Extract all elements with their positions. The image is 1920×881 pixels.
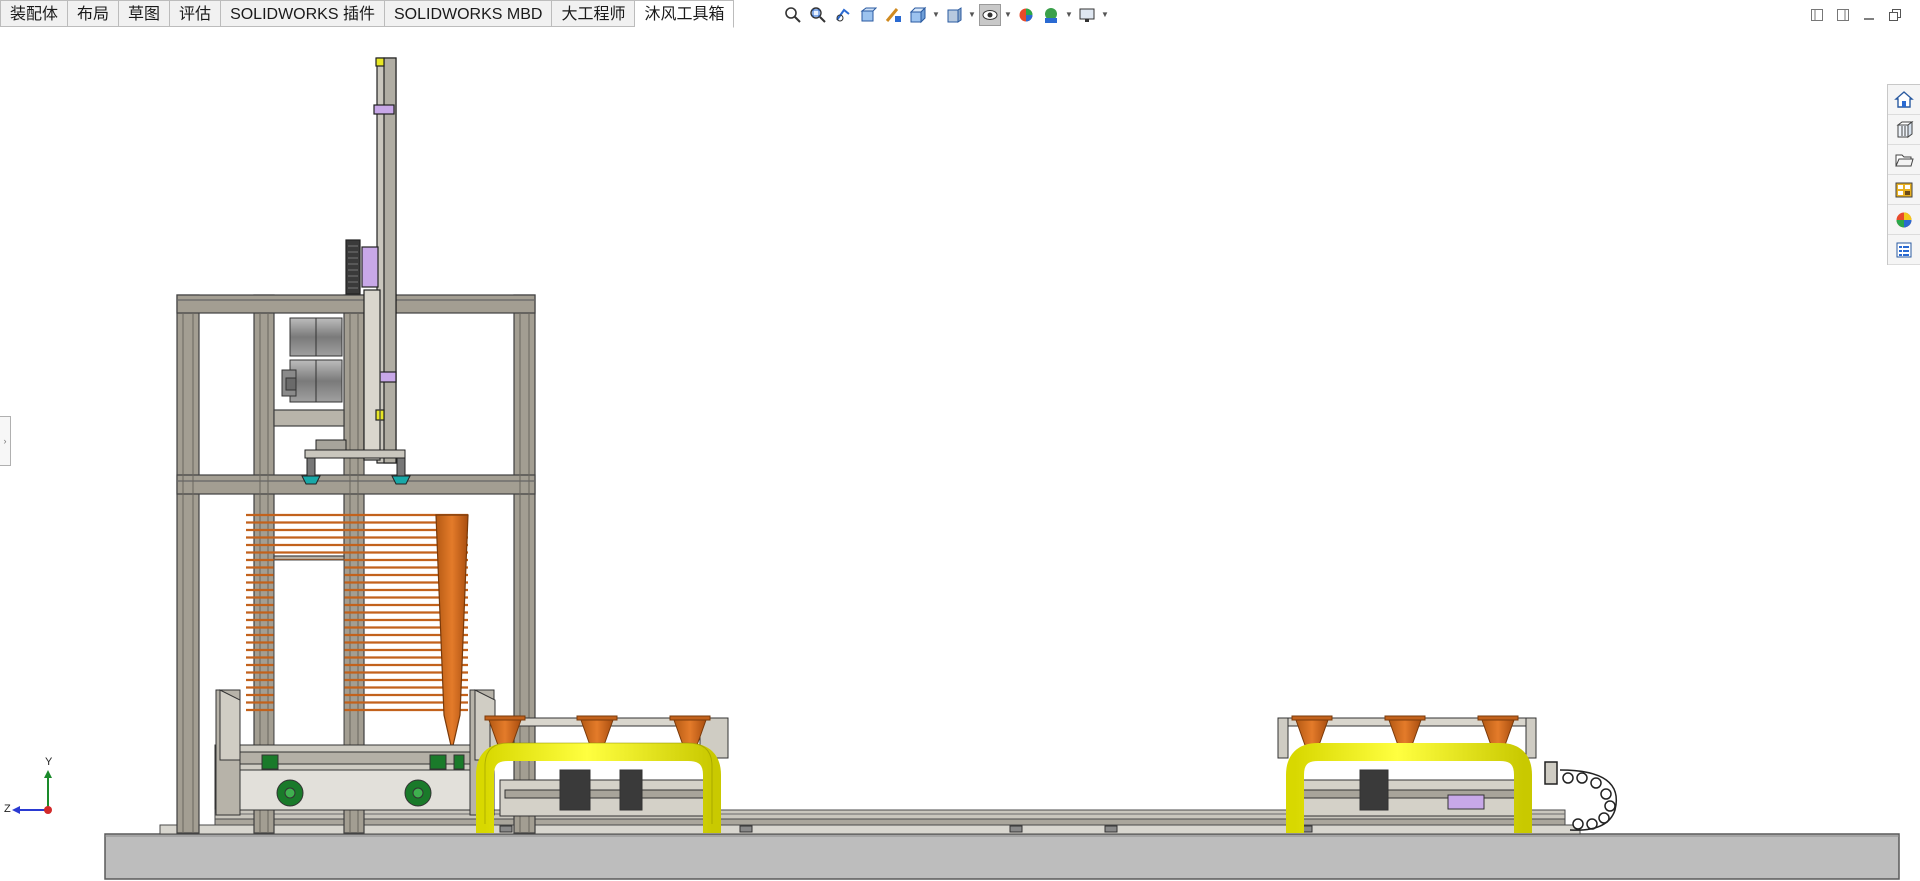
command-tab[interactable]: 装配体 xyxy=(0,0,69,27)
graphics-area[interactable] xyxy=(0,0,1920,881)
view-orientation-dropdown-icon[interactable]: ▼ xyxy=(932,4,940,26)
command-tab[interactable]: 布局 xyxy=(68,0,120,27)
command-tab[interactable]: 沐风工具箱 xyxy=(635,0,735,28)
view-settings-dropdown-icon[interactable]: ▼ xyxy=(1101,4,1109,26)
command-tab[interactable]: 草图 xyxy=(119,0,171,27)
feature-manager-collapse-handle[interactable]: › xyxy=(0,416,11,466)
apply-scene-icon[interactable] xyxy=(1040,4,1062,26)
command-tab[interactable]: SOLIDWORKS MBD xyxy=(384,0,553,27)
command-tab[interactable]: SOLIDWORKS 插件 xyxy=(221,0,385,27)
motor-assembly xyxy=(281,317,343,403)
reference-triad: Y Z xyxy=(4,756,64,818)
restore-icon[interactable] xyxy=(1886,6,1904,24)
previous-view-icon[interactable] xyxy=(832,4,854,26)
tile-left-icon[interactable] xyxy=(1808,6,1826,24)
hide-show-items-icon[interactable] xyxy=(979,4,1001,26)
triad-y-label: Y xyxy=(45,756,53,768)
file-explorer-icon[interactable] xyxy=(1888,145,1920,175)
task-pane xyxy=(1887,84,1920,265)
dynamic-annotation-icon[interactable] xyxy=(882,4,904,26)
triad-z-label: Z xyxy=(4,803,11,815)
appearances-icon[interactable] xyxy=(1888,205,1920,235)
window-controls xyxy=(1808,6,1904,24)
apply-scene-dropdown-icon[interactable]: ▼ xyxy=(1065,4,1073,26)
minimize-icon[interactable] xyxy=(1860,6,1878,24)
conveyor-station-right xyxy=(1277,715,1537,833)
home-icon[interactable] xyxy=(1888,85,1920,115)
edit-appearance-icon[interactable] xyxy=(1015,4,1037,26)
triad-axes-icon xyxy=(12,770,52,814)
ground-slab xyxy=(104,833,1900,880)
view-orientation-icon[interactable] xyxy=(907,4,929,26)
tile-right-icon[interactable] xyxy=(1834,6,1852,24)
custom-properties-icon[interactable] xyxy=(1888,235,1920,265)
section-view-icon[interactable] xyxy=(857,4,879,26)
heads-up-view-toolbar: ▼ ▼ ▼ ▼ ▼ xyxy=(782,4,1109,26)
command-tab[interactable]: 评估 xyxy=(170,0,222,27)
chevron-right-icon: › xyxy=(3,436,7,446)
zoom-to-fit-icon[interactable] xyxy=(782,4,804,26)
command-manager-tabs: 装配体 布局 草图 评估 SOLIDWORKS 插件 SOLIDWORKS MBD 大工程师… xyxy=(0,0,735,28)
design-library-icon[interactable] xyxy=(1888,115,1920,145)
view-palette-icon[interactable] xyxy=(1888,175,1920,205)
display-style-icon[interactable] xyxy=(943,4,965,26)
display-style-dropdown-icon[interactable]: ▼ xyxy=(968,4,976,26)
view-settings-icon[interactable] xyxy=(1076,4,1098,26)
command-tab[interactable]: 大工程师 xyxy=(552,0,636,27)
zoom-to-area-icon[interactable] xyxy=(807,4,829,26)
hide-show-dropdown-icon[interactable]: ▼ xyxy=(1004,4,1012,26)
